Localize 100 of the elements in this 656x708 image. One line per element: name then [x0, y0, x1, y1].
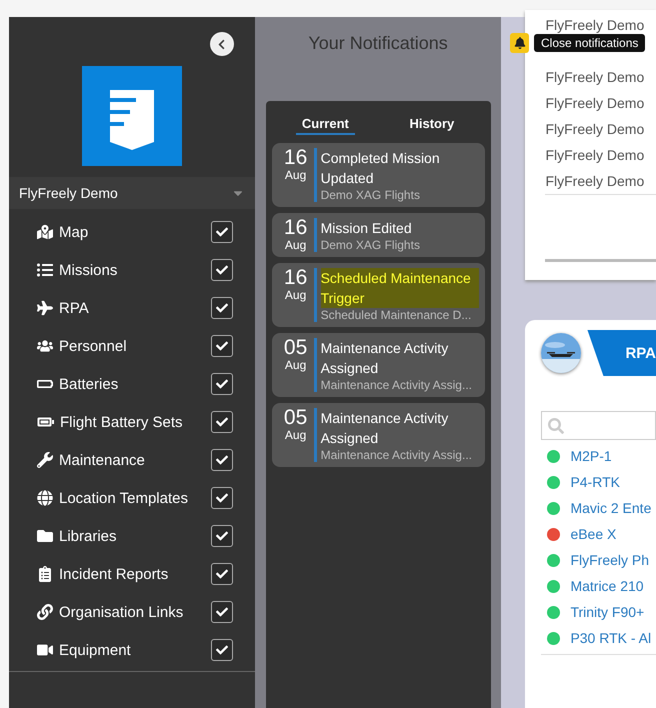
panel-title: Your Notifications — [308, 33, 448, 54]
scrollbar[interactable] — [545, 259, 656, 262]
checkbox[interactable] — [210, 373, 233, 395]
clipboard-icon — [37, 566, 53, 582]
rpa-link[interactable]: Mavic 2 Ente — [570, 500, 652, 516]
tab[interactable]: Current — [296, 115, 355, 135]
check-icon — [216, 644, 228, 656]
video-camera-icon — [37, 642, 53, 658]
checkbox[interactable] — [210, 297, 233, 319]
notification-subtitle: Demo XAG Flights — [320, 238, 421, 252]
people-icon — [37, 338, 53, 354]
check-icon — [216, 340, 228, 352]
notification-item[interactable]: 05 Aug Maintenance Activity Assigned Maintenance Activity Assig... — [272, 333, 485, 397]
battery-icon — [37, 417, 54, 427]
notification-day: 05 — [284, 338, 308, 358]
checkbox[interactable] — [210, 525, 233, 547]
folder-icon — [37, 528, 53, 544]
notification-month: Aug — [284, 168, 306, 182]
collapse-button[interactable] — [210, 32, 234, 56]
organisation-name: FlyFreely Demo — [19, 185, 118, 201]
notification-item[interactable]: 16 Aug Scheduled Maintenance Trigger Scheduled Maintenance D... — [272, 263, 485, 327]
menu-item[interactable]: Location Templates — [59, 490, 211, 506]
menu-item[interactable]: Batteries — [59, 376, 211, 392]
checkbox[interactable] — [210, 487, 233, 509]
checkbox[interactable] — [210, 563, 233, 585]
menu-item[interactable]: Missions — [59, 262, 211, 278]
check-icon — [216, 530, 228, 542]
check-icon — [216, 264, 228, 276]
check-icon — [216, 416, 228, 428]
tab[interactable]: RPA — [587, 330, 656, 376]
link-icon — [37, 604, 53, 620]
check-icon — [216, 492, 228, 504]
notification-subtitle: Scheduled Maintenance D... — [320, 308, 472, 322]
notification-month: Aug — [284, 288, 306, 302]
notification-subtitle: Maintenance Activity Assig... — [320, 448, 473, 462]
notification-day: 16 — [284, 148, 308, 168]
notification-item[interactable]: 05 Aug Maintenance Activity Assigned Maintenance Activity Assig... — [272, 403, 485, 467]
menu-item[interactable]: Libraries — [59, 528, 211, 544]
checkbox[interactable] — [210, 259, 233, 281]
tooltip: Close notifications — [534, 34, 646, 52]
check-icon — [216, 226, 228, 238]
checkbox[interactable] — [210, 601, 233, 623]
plane-icon — [37, 300, 53, 316]
tab[interactable]: History — [403, 115, 460, 135]
notification-subtitle: Demo XAG Flights — [320, 188, 421, 202]
checkbox[interactable] — [210, 411, 233, 433]
menu-item[interactable]: Flight Battery Sets — [60, 414, 211, 430]
checkbox[interactable] — [210, 449, 233, 471]
notification-month: Aug — [284, 428, 306, 442]
check-icon — [216, 606, 228, 618]
search-field[interactable] — [541, 411, 656, 440]
rpa-link[interactable]: FlyFreely Ph — [570, 552, 650, 568]
rpa-link[interactable]: eBee X — [570, 526, 616, 542]
menu-item[interactable]: Organisation Links — [59, 604, 211, 620]
notification-title: Mission Edited — [320, 219, 412, 238]
wrench-icon — [37, 452, 53, 468]
chevron-left-icon — [216, 38, 228, 50]
notification-day: 16 — [284, 218, 308, 238]
checkbox[interactable] — [210, 639, 233, 661]
bell-icon — [514, 37, 526, 49]
map-icon — [37, 224, 53, 240]
menu-item[interactable]: Personnel — [59, 338, 211, 354]
notification-day: 16 — [284, 268, 308, 288]
logo-icon — [82, 66, 182, 166]
organisation-dropdown[interactable]: FlyFreely Demo — [9, 177, 255, 209]
list-icon — [37, 262, 53, 278]
checkbox[interactable] — [210, 221, 233, 243]
organisation-row[interactable]: FlyFreely Demo — [545, 90, 656, 116]
organisation-row[interactable]: FlyFreely Demo — [545, 142, 656, 168]
check-icon — [216, 302, 228, 314]
menu-item[interactable]: Equipment — [59, 642, 211, 658]
rpa-link[interactable]: M2P-1 — [570, 448, 612, 464]
notification-month: Aug — [284, 238, 306, 252]
organisation-row[interactable]: FlyFreely Demo — [545, 116, 656, 142]
organisation-row[interactable]: FlyFreely Demo — [545, 64, 656, 90]
check-icon — [216, 378, 228, 390]
organisation-row[interactable]: FlyFreely Demo — [545, 168, 656, 194]
check-icon — [216, 454, 228, 466]
rpa-link[interactable]: P4-RTK — [570, 474, 620, 490]
checkbox[interactable] — [210, 335, 233, 357]
notification-subtitle: Maintenance Activity Assig... — [320, 378, 473, 392]
notification-month: Aug — [284, 358, 306, 372]
check-icon — [216, 568, 228, 580]
rpa-link[interactable]: Matrice 210 — [570, 578, 644, 594]
notification-day: 05 — [284, 408, 308, 428]
notification-title: Maintenance Activity Assigned — [320, 339, 450, 378]
menu-item[interactable]: Incident Reports — [59, 566, 211, 582]
globe-icon — [37, 490, 53, 506]
notification-title: Completed Mission Updated — [320, 149, 441, 188]
notification-title: Scheduled Maintenance Trigger — [320, 268, 479, 308]
menu-item[interactable]: RPA — [59, 300, 211, 316]
search-icon — [548, 418, 564, 434]
notification-item[interactable]: 16 Aug Mission Edited Demo XAG Flights — [272, 213, 485, 257]
rpa-link[interactable]: Trinity F90+ — [570, 604, 644, 620]
notification-title: Maintenance Activity Assigned — [320, 409, 450, 448]
notification-item[interactable]: 16 Aug Completed Mission Updated Demo XAG Flights — [272, 143, 485, 207]
menu-item[interactable]: Maintenance — [59, 452, 211, 468]
menu-item[interactable]: Map — [59, 224, 211, 240]
rpa-link[interactable]: P30 RTK - Al — [570, 630, 652, 646]
notifications-button[interactable] — [510, 33, 529, 53]
